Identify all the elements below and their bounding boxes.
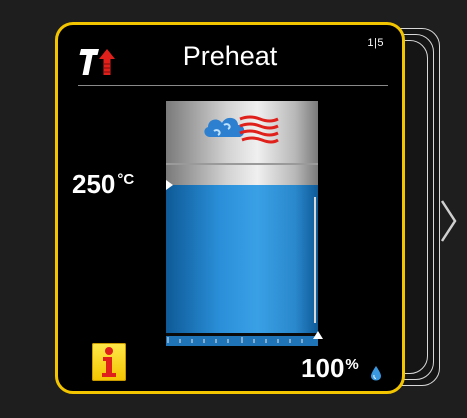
info-button[interactable] [92,343,126,381]
temperature-unit: °C [117,171,135,188]
step-title: Preheat [182,41,278,71]
program-step-card[interactable]: Preheat 1|5 250 °C 100% [55,22,405,394]
gauge-upper-section [166,101,318,185]
temperature-value: 250 [72,169,116,199]
info-icon [102,347,116,377]
humidity-unit: % [345,356,359,373]
temperature-gauge[interactable] [166,101,318,341]
page-indicator: 1|5 [367,37,384,49]
chevron-right-icon[interactable] [438,198,460,244]
gauge-level-line [314,197,316,323]
setpoint-marker [166,180,173,190]
temperature-readout[interactable]: 250 °C [72,169,134,200]
humidity-scale-ticks [167,337,303,343]
humidity-readout[interactable]: 100% [301,353,382,384]
convection-fan-icon [166,115,318,165]
gauge-fill [166,185,318,341]
water-drop-icon [370,357,382,388]
humidity-value: 100 [301,353,345,383]
humidity-level-marker [313,331,323,339]
header-divider [78,85,388,86]
oven-control-screen: Preheat 1|5 250 °C 100% [0,0,467,418]
